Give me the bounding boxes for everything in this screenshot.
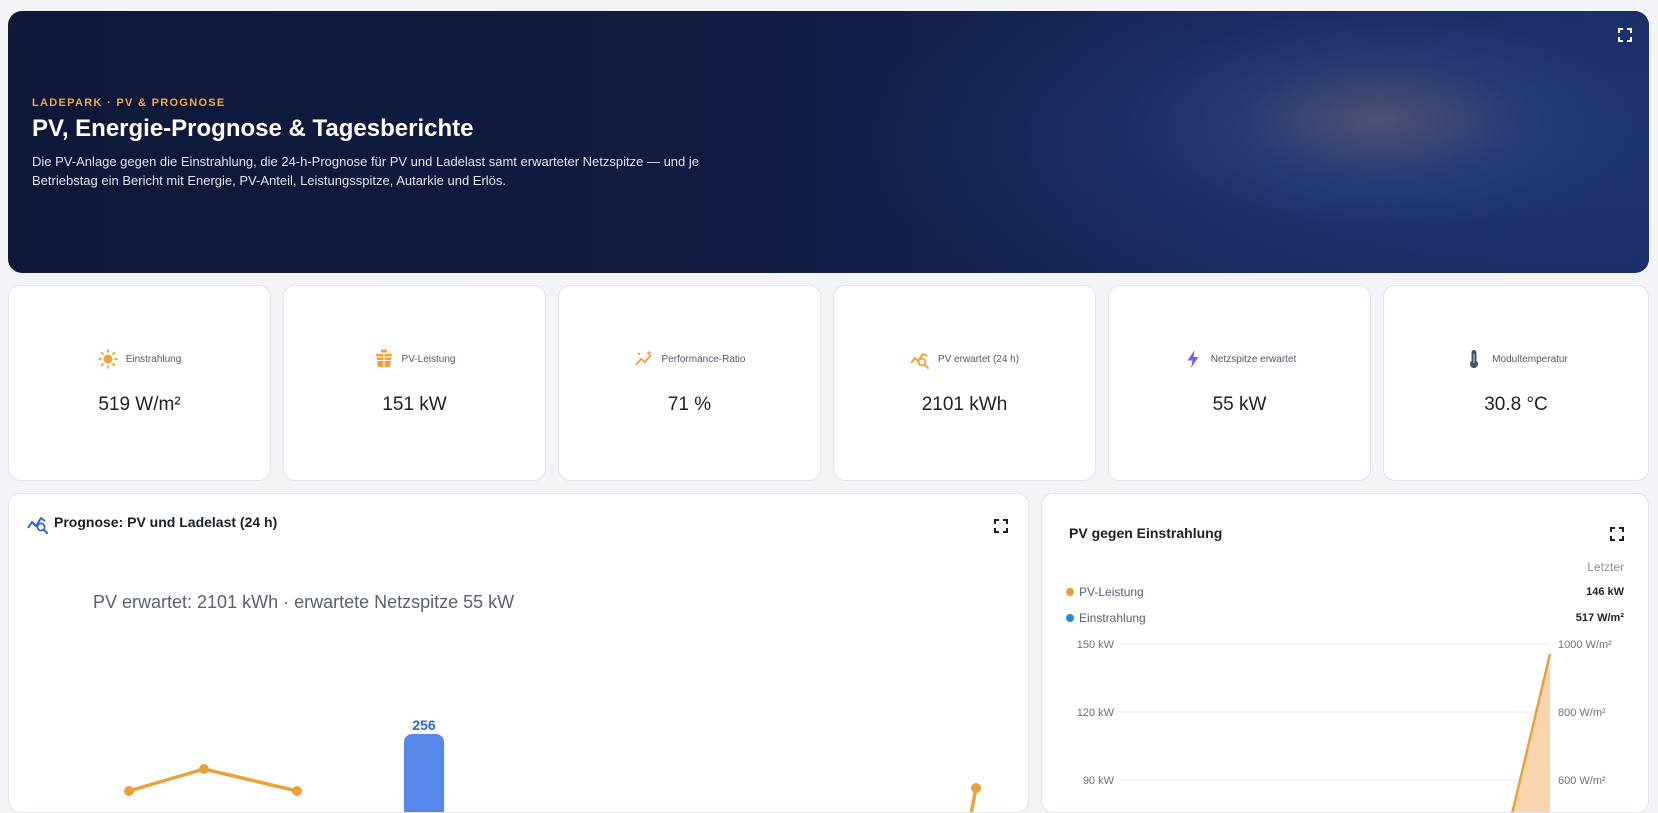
solar-panel-icon: [374, 349, 394, 369]
pv-forecast-point: [199, 764, 209, 774]
y-tick-right: 1000 W/m²: [1558, 639, 1612, 651]
kpi-label: Performance-Ratio: [661, 353, 746, 365]
forecast-card: Prognose: PV und Ladelast (24 h) PV erwa…: [8, 493, 1029, 813]
thermometer-icon: [1464, 349, 1484, 369]
sparkle-chart-icon: [634, 349, 654, 369]
kpi-label: PV-Leistung: [401, 353, 456, 365]
kpi-value: 151 kW: [382, 394, 447, 415]
fullscreen-icon[interactable]: [1617, 27, 1633, 43]
kpi-card-netzspitze: Netzspitze erwartet 55 kW: [1108, 285, 1371, 481]
y-tick-left: 120 kW: [1077, 707, 1115, 719]
hero-eyebrow: LADEPARK · PV & PROGNOSE: [32, 97, 226, 109]
y-tick-left: 90 kW: [1083, 775, 1115, 787]
pv-forecast-line: [128, 767, 298, 793]
kpi-card-modultemperatur: Modultemperatur 30.8 °C: [1383, 285, 1649, 481]
kpi-value: 30.8 °C: [1484, 394, 1548, 415]
y-tick-left: 150 kW: [1077, 639, 1115, 651]
sun-icon: [97, 349, 118, 369]
pv-forecast-line-tail: [969, 787, 978, 812]
kpi-label: Modultemperatur: [1492, 353, 1568, 365]
bar-data-label: 256: [412, 717, 436, 733]
kpi-card-performance-ratio: Performance-Ratio 71 %: [558, 285, 821, 481]
hero-banner: LADEPARK · PV & PROGNOSE PV, Energie-Pro…: [8, 11, 1649, 273]
pv-forecast-point: [124, 786, 134, 796]
kpi-label: PV erwartet (24 h): [937, 353, 1020, 365]
kpi-value: 519 W/m²: [98, 394, 181, 415]
page-title: PV, Energie-Prognose & Tagesberichte: [32, 115, 474, 142]
load-forecast-bar: [404, 734, 444, 812]
hero-description: Die PV-Anlage gegen die Einstrahlung, di…: [32, 154, 699, 188]
lightning-icon: [1183, 349, 1203, 369]
pv-irradiance-card: PV gegen Einstrahlung Letzter PV-Leistun…: [1041, 493, 1649, 813]
kpi-value: 55 kW: [1212, 394, 1267, 415]
kpi-label: Netzspitze erwartet: [1210, 353, 1297, 365]
forecast-icon: [910, 349, 930, 369]
kpi-value: 2101 kWh: [921, 394, 1008, 415]
y-tick-right: 800 W/m²: [1558, 707, 1606, 719]
kpi-row: Einstrahlung 519 W/m² PV-Leistung 151 kW…: [8, 285, 1649, 481]
pv-irradiance-chart: 150 kW 120 kW 90 kW 1000 W/m² 800 W/m² 6…: [1077, 639, 1612, 812]
kpi-card-pv-leistung: PV-Leistung 151 kW: [283, 285, 546, 481]
pv-forecast-point: [292, 786, 302, 796]
y-tick-right: 600 W/m²: [1558, 775, 1606, 787]
kpi-card-pv-erwartet: PV erwartet (24 h) 2101 kWh: [833, 285, 1096, 481]
kpi-card-einstrahlung: Einstrahlung 519 W/m²: [8, 285, 271, 481]
kpi-label: Einstrahlung: [125, 353, 182, 365]
forecast-chart: 256: [124, 717, 981, 812]
kpi-value: 71 %: [667, 394, 712, 415]
